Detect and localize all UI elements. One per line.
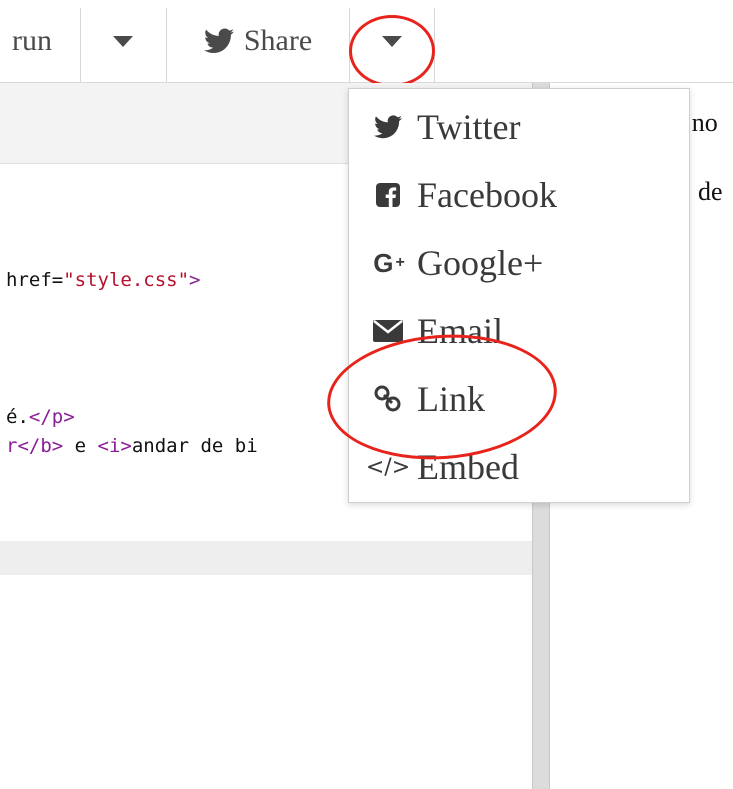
run-label: run: [12, 24, 52, 57]
toolbar: run Share: [0, 0, 733, 83]
embed-icon: </>: [365, 454, 411, 480]
share-label: Share: [243, 24, 313, 57]
share-link-item[interactable]: Link: [349, 365, 689, 433]
code-line: é.</p>: [6, 406, 75, 428]
menu-item-label: Google+: [417, 243, 544, 283]
share-button[interactable]: Share: [167, 0, 349, 82]
code-line: href="style.css">: [6, 269, 201, 291]
chevron-down-icon: [113, 35, 133, 47]
preview-text: de: [698, 177, 723, 206]
share-google-plus-item[interactable]: G + Google+: [349, 229, 689, 297]
share-embed-item[interactable]: </> Embed: [349, 433, 689, 501]
facebook-icon: [371, 178, 405, 212]
email-icon: [371, 314, 405, 348]
menu-item-label: Embed: [417, 447, 519, 487]
menu-item-label: Twitter: [417, 107, 521, 147]
toolbar-divider: [434, 8, 435, 82]
link-icon: [371, 382, 405, 416]
menu-item-label: Email: [417, 311, 503, 351]
run-options-button[interactable]: [80, 0, 166, 82]
share-dropdown-menu: Twitter Facebook G + Google+ Email Link <…: [348, 88, 690, 503]
share-options-button[interactable]: [349, 0, 435, 82]
run-button[interactable]: run: [0, 0, 80, 82]
menu-item-label: Link: [417, 379, 485, 419]
share-facebook-item[interactable]: Facebook: [349, 161, 689, 229]
google-plus-icon: G +: [373, 247, 405, 278]
chevron-down-icon: [382, 35, 402, 47]
twitter-icon: [371, 110, 405, 144]
twitter-icon: [203, 28, 234, 53]
share-twitter-item[interactable]: Twitter: [349, 93, 689, 161]
code-line: r</b> e <i>andar de bi: [6, 435, 258, 457]
share-email-item[interactable]: Email: [349, 297, 689, 365]
editor-status-bar: [0, 541, 532, 575]
menu-item-label: Facebook: [417, 175, 557, 215]
